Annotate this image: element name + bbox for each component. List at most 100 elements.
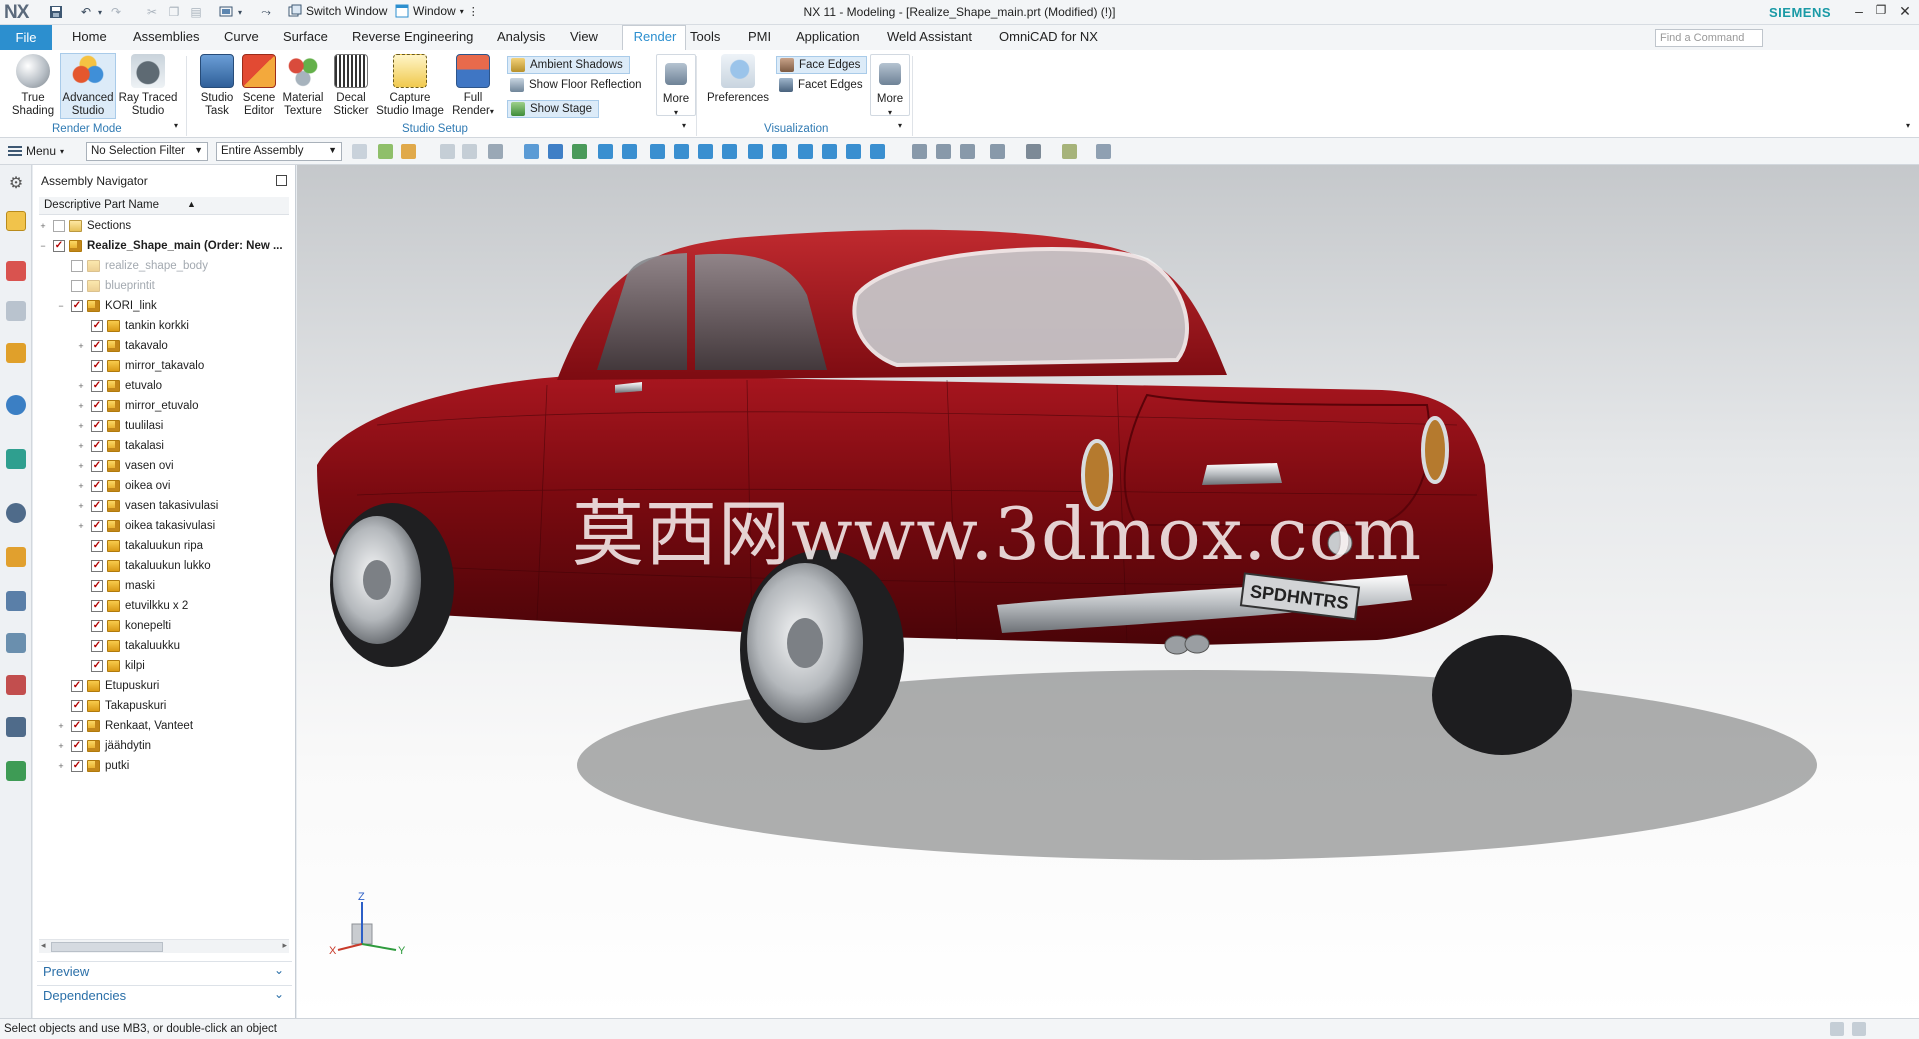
preview-panel-header[interactable]: Preview ⌄: [37, 961, 292, 981]
visibility-checkbox[interactable]: ✓: [53, 220, 65, 232]
tab-view[interactable]: View: [570, 29, 598, 44]
mid-point-icon[interactable]: [622, 144, 637, 159]
tab-tools[interactable]: Tools: [690, 29, 720, 44]
tree-node[interactable]: ✓ Takapuskuri: [39, 696, 289, 716]
tab-file[interactable]: File: [0, 25, 52, 50]
rectangle-select-icon[interactable]: [488, 144, 503, 159]
ray-traced-studio-button[interactable]: Ray Traced Studio: [118, 54, 178, 118]
facet-edges-toggle[interactable]: Facet Edges: [779, 78, 863, 92]
tab-reverse-engineering[interactable]: Reverse Engineering: [352, 29, 473, 44]
selection-filter-dropdown[interactable]: No Selection Filter ▼: [86, 142, 208, 161]
expand-icon[interactable]: +: [77, 342, 85, 351]
tree-node[interactable]: ✓ konepelti: [39, 616, 289, 636]
scroll-left-icon[interactable]: ◂: [41, 940, 46, 951]
studio-setup-dropdown-icon[interactable]: ▾: [682, 121, 686, 130]
shaded-view-icon[interactable]: [548, 144, 563, 159]
tree-node[interactable]: + ✓ etuvalo: [39, 376, 289, 396]
tree-node[interactable]: ✓ takaluukun ripa: [39, 536, 289, 556]
visibility-checkbox[interactable]: ✓: [71, 700, 83, 712]
system-scene-icon[interactable]: [6, 633, 26, 653]
studio-more-button[interactable]: More ▾: [656, 54, 696, 117]
visibility-checkbox[interactable]: ✓: [91, 340, 103, 352]
tab-surface[interactable]: Surface: [283, 29, 328, 44]
visibility-checkbox[interactable]: ✓: [71, 260, 83, 272]
rotate-icon[interactable]: [960, 144, 975, 159]
deselect-icon[interactable]: [462, 144, 477, 159]
visibility-checkbox[interactable]: ✓: [53, 240, 65, 252]
true-shading-button[interactable]: True Shading: [6, 54, 60, 118]
minimize-icon[interactable]: –: [1849, 3, 1869, 21]
visibility-checkbox[interactable]: ✓: [91, 440, 103, 452]
visibility-checkbox[interactable]: ✓: [71, 740, 83, 752]
material-texture-button[interactable]: Material Texture: [280, 54, 326, 118]
collapse-icon[interactable]: −: [39, 242, 47, 251]
visualization-dropdown-icon[interactable]: ▾: [898, 121, 902, 130]
control-point-icon[interactable]: [650, 144, 665, 159]
visibility-checkbox[interactable]: ✓: [91, 460, 103, 472]
visibility-checkbox[interactable]: ✓: [91, 560, 103, 572]
reuse-library-icon[interactable]: [6, 343, 26, 363]
expand-icon[interactable]: +: [77, 382, 85, 391]
visibility-checkbox[interactable]: ✓: [91, 400, 103, 412]
tree-node[interactable]: ✓ Etupuskuri: [39, 676, 289, 696]
preferences-button[interactable]: Preferences: [706, 54, 770, 105]
expand-icon[interactable]: +: [57, 762, 65, 771]
visibility-checkbox[interactable]: ✓: [91, 540, 103, 552]
ribbon-overflow-icon[interactable]: ▾: [1906, 121, 1910, 130]
tree-node[interactable]: − ✓ Realize_Shape_main (Order: New ...: [39, 236, 289, 256]
render-style-icon[interactable]: [1026, 144, 1041, 159]
teamcenter-icon[interactable]: [6, 761, 26, 781]
visibility-checkbox[interactable]: ✓: [71, 680, 83, 692]
status-options-icon[interactable]: [1830, 1022, 1844, 1036]
palettes-icon[interactable]: [6, 717, 26, 737]
tree-node[interactable]: + ✓ putki: [39, 756, 289, 776]
tree-node[interactable]: ✓ blueprintit: [39, 276, 289, 296]
show-floor-reflection-toggle[interactable]: Show Floor Reflection: [510, 78, 642, 92]
solid-body-icon[interactable]: [524, 144, 539, 159]
face-edges-toggle[interactable]: Face Edges: [776, 56, 868, 74]
visibility-checkbox[interactable]: ✓: [91, 580, 103, 592]
tree-node[interactable]: ✓ kilpi: [39, 656, 289, 676]
tab-pmi[interactable]: PMI: [748, 29, 771, 44]
tree-node[interactable]: + ✓ vasen takasivulasi: [39, 496, 289, 516]
arc-center-icon[interactable]: [722, 144, 737, 159]
tab-curve[interactable]: Curve: [224, 29, 259, 44]
menu-button[interactable]: Menu ▾: [8, 144, 64, 158]
snap-icon[interactable]: [440, 144, 455, 159]
tab-assemblies[interactable]: Assemblies: [133, 29, 199, 44]
restore-icon[interactable]: ❐: [1871, 3, 1891, 21]
tree-node[interactable]: + ✓ mirror_etuvalo: [39, 396, 289, 416]
process-studio-icon[interactable]: [6, 547, 26, 567]
expand-icon[interactable]: +: [57, 742, 65, 751]
tab-render[interactable]: Render: [623, 29, 687, 44]
visibility-checkbox[interactable]: ✓: [91, 520, 103, 532]
curve-point-icon[interactable]: [698, 144, 713, 159]
tab-application[interactable]: Application: [796, 29, 860, 44]
visibility-checkbox[interactable]: ✓: [71, 720, 83, 732]
general-selection-icon[interactable]: [352, 144, 367, 159]
tree-node[interactable]: ✓ takaluukku: [39, 636, 289, 656]
maximize-icon[interactable]: [276, 175, 287, 186]
expand-icon[interactable]: +: [77, 522, 85, 531]
visibility-checkbox[interactable]: ✓: [91, 600, 103, 612]
visibility-checkbox[interactable]: ✓: [71, 280, 83, 292]
visualization-more-button[interactable]: More ▾: [870, 54, 910, 117]
ambient-shadows-toggle[interactable]: Ambient Shadows: [507, 56, 630, 74]
visibility-checkbox[interactable]: ✓: [91, 360, 103, 372]
assembly-navigator-icon[interactable]: [6, 211, 26, 231]
expand-icon[interactable]: +: [77, 502, 85, 511]
capture-studio-image-button[interactable]: Capture Studio Image: [374, 54, 446, 118]
expand-icon[interactable]: +: [77, 442, 85, 451]
expand-icon[interactable]: +: [39, 222, 47, 231]
visibility-checkbox[interactable]: ✓: [91, 620, 103, 632]
pole-icon[interactable]: [870, 144, 885, 159]
point-on-surface-icon[interactable]: [822, 144, 837, 159]
filter-icon[interactable]: [401, 144, 416, 159]
fullscreen-icon[interactable]: [1852, 1022, 1866, 1036]
expand-icon[interactable]: +: [77, 402, 85, 411]
tree-node[interactable]: + ✓ oikea takasivulasi: [39, 516, 289, 536]
close-icon[interactable]: ✕: [1895, 3, 1915, 21]
history-icon[interactable]: [6, 503, 26, 523]
dependencies-panel-header[interactable]: Dependencies ⌄: [37, 985, 292, 1005]
decal-sticker-button[interactable]: Decal Sticker: [330, 54, 372, 118]
